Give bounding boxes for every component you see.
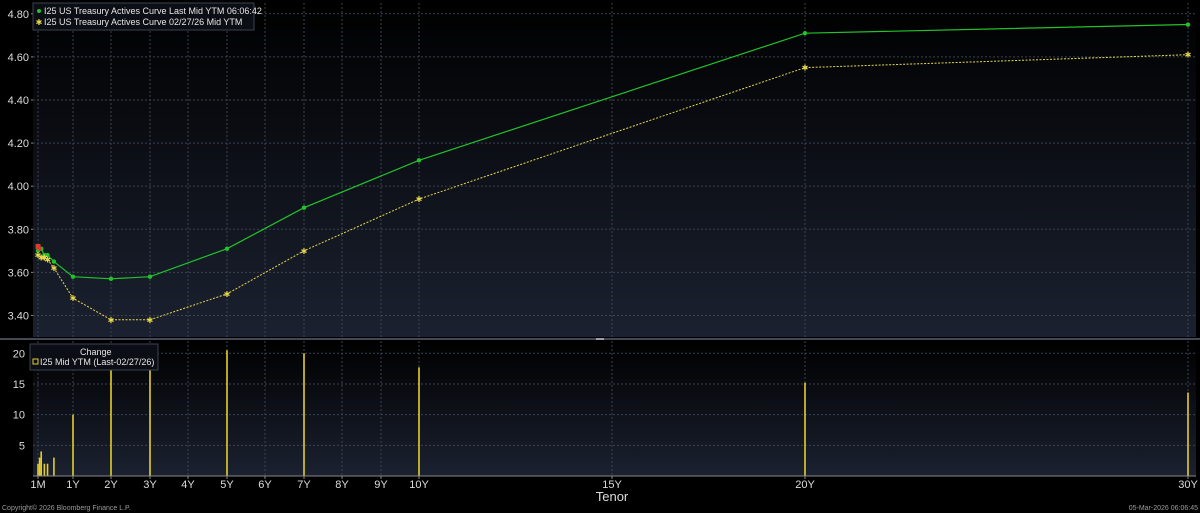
- previous-data-point: ✱: [301, 247, 308, 256]
- x-tick-label: 20Y: [795, 479, 815, 491]
- legend-current-swatch: [37, 9, 41, 13]
- change-bar: [110, 359, 112, 476]
- change-bar: [1187, 392, 1189, 476]
- bottom-panel-background: [33, 341, 1196, 476]
- current-data-point: [301, 205, 307, 210]
- legend-current-label: I25 US Treasury Actives Curve Last Mid Y…: [44, 6, 262, 16]
- previous-data-point: ✱: [108, 316, 115, 325]
- x-tick-label: 8Y: [335, 479, 349, 491]
- current-data-point: [802, 30, 808, 36]
- x-tick-label: 30Y: [1178, 479, 1198, 491]
- top-panel-background: [33, 3, 1196, 337]
- x-tick-label: 3Y: [143, 479, 157, 491]
- top-y-tick-label: 4.00: [8, 181, 29, 193]
- previous-data-point: ✱: [70, 294, 77, 303]
- change-bar: [53, 457, 55, 476]
- current-data-point: [108, 276, 114, 282]
- x-tick-label: 9Y: [374, 479, 388, 491]
- x-tick-label: 5Y: [220, 479, 234, 491]
- top-y-tick-label: 4.80: [8, 9, 29, 21]
- x-tick-label: 6Y: [258, 479, 272, 491]
- bottom-y-tick-label: 10: [13, 410, 25, 422]
- chart-window: 3.40 3.60 3.80 4.00 4.20 4.40 4.60 4.80 ✱ ✱ ✱ ✱ ✱ ✱ ✱ ✱…: [0, 0, 1200, 513]
- change-bar: [149, 353, 151, 476]
- change-bar: [226, 350, 228, 476]
- change-bar: [418, 367, 420, 476]
- previous-data-point: ✱: [224, 290, 231, 299]
- bottom-y-tick-label: 5: [19, 440, 25, 452]
- current-data-point: [416, 158, 422, 163]
- change-bar: [303, 353, 305, 476]
- current-data-point: [147, 274, 153, 279]
- change-bar: [43, 463, 46, 476]
- previous-data-point: ✱: [51, 264, 58, 273]
- previous-data-point: ✱: [416, 195, 423, 204]
- bottom-y-tick-label: 20: [13, 348, 25, 360]
- top-y-tick-label: 4.20: [8, 138, 29, 150]
- legend-previous-swatch: ✱: [36, 18, 43, 27]
- change-bar: [46, 463, 49, 476]
- short-end-red-marker: [37, 246, 42, 251]
- bottom-y-tick-label: 15: [13, 379, 25, 391]
- previous-data-point: ✱: [1185, 51, 1192, 60]
- bottom-legend-title: Change: [80, 347, 112, 357]
- change-bar: [72, 414, 74, 476]
- timestamp-text: 05-Mar-2026 06:06:45: [1128, 505, 1198, 512]
- legend-previous-label: I25 US Treasury Actives Curve 02/27/26 M…: [44, 17, 242, 27]
- change-bar: [804, 382, 806, 476]
- copyright-text: Copyright© 2026 Bloomberg Finance L.P.: [2, 505, 131, 512]
- top-y-tick-label: 3.80: [8, 224, 29, 236]
- change-bar: [37, 463, 39, 476]
- change-bar: [40, 451, 43, 476]
- x-axis-title: Tenor: [596, 489, 629, 504]
- x-tick-label: 10Y: [409, 479, 429, 491]
- legend-change-label: I25 Mid YTM (Last-02/27/26): [40, 357, 154, 367]
- x-tick-label: 4Y: [181, 479, 195, 491]
- panel-resize-handle: [596, 338, 604, 340]
- x-tick-label: 1Y: [66, 479, 80, 491]
- top-y-tick-label: 4.40: [8, 95, 29, 107]
- current-data-point: [224, 246, 230, 251]
- yield-curve-chart: 3.40 3.60 3.80 4.00 4.20 4.40 4.60 4.80 ✱ ✱ ✱ ✱ ✱ ✱ ✱ ✱…: [0, 2, 1200, 504]
- x-tick-label: 1M: [30, 479, 45, 491]
- x-tick-label: 2Y: [104, 479, 118, 491]
- x-tick-label: 7Y: [297, 479, 311, 491]
- top-y-tick-label: 4.60: [8, 52, 29, 64]
- previous-data-point: ✱: [802, 64, 809, 73]
- current-data-point: [70, 274, 76, 279]
- current-data-point: [1185, 22, 1191, 27]
- top-y-tick-label: 3.60: [8, 267, 29, 279]
- top-y-tick-label: 3.40: [8, 310, 29, 322]
- previous-data-point: ✱: [147, 316, 154, 325]
- change-bar: [38, 457, 41, 476]
